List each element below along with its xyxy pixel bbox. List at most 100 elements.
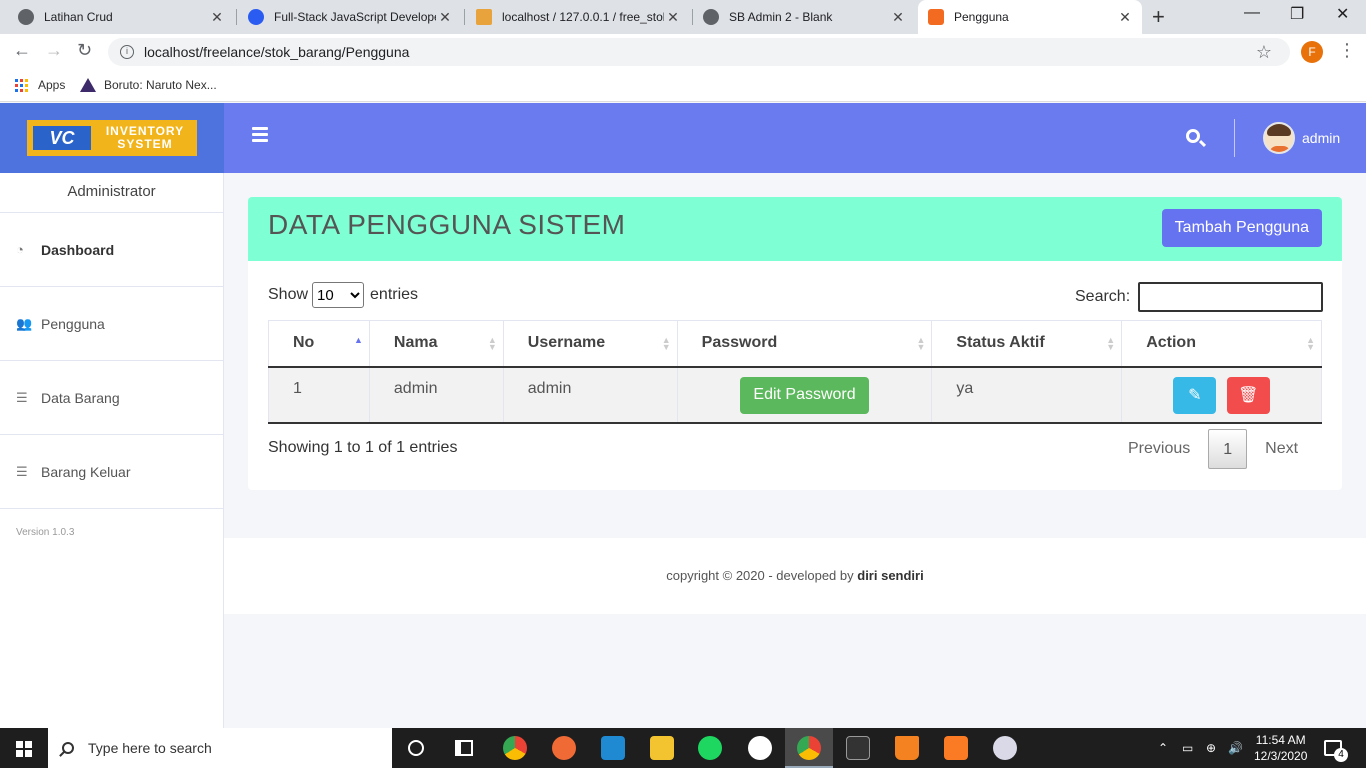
column-header-status[interactable]: Status Aktif ▲ ▼ bbox=[931, 320, 1123, 368]
sort-icon: ▲ ▼ bbox=[1106, 335, 1116, 352]
search-label: Search: bbox=[1075, 288, 1131, 305]
window-close-button[interactable]: ✕ bbox=[1336, 4, 1349, 24]
xampp-icon[interactable] bbox=[944, 736, 968, 760]
tachometer-icon: ◔ bbox=[16, 242, 24, 257]
delete-button[interactable]: 🗑 bbox=[1226, 376, 1270, 414]
menu-icon[interactable]: ⋮ bbox=[1338, 40, 1356, 61]
column-header-no[interactable]: No ▲ bbox=[268, 320, 370, 368]
spotify-icon[interactable] bbox=[698, 736, 722, 760]
sort-icon: ▲ ▼ bbox=[661, 335, 671, 352]
search-input[interactable] bbox=[1138, 282, 1324, 312]
tab-title: Full-Stack JavaScript Developer bbox=[274, 10, 436, 24]
battery-icon[interactable]: ▭ bbox=[1182, 728, 1193, 768]
sidebar-item-dashboard[interactable]: ◔ Dashboard bbox=[0, 213, 223, 287]
network-icon[interactable]: ⊕ bbox=[1206, 728, 1216, 768]
back-icon[interactable]: ← bbox=[13, 40, 31, 61]
file-explorer-icon[interactable] bbox=[650, 736, 674, 760]
edit-button[interactable]: ✎ bbox=[1173, 376, 1217, 414]
start-button[interactable] bbox=[0, 728, 48, 768]
logo-text-line: SYSTEM bbox=[117, 137, 173, 151]
close-icon[interactable]: ✕ bbox=[208, 9, 226, 26]
mongodb-icon[interactable] bbox=[748, 736, 772, 760]
card-header: DATA PENGGUNA SISTEM Tambah Pengguna bbox=[248, 197, 1342, 261]
app-icon[interactable] bbox=[993, 736, 1017, 760]
close-icon[interactable]: ✕ bbox=[1116, 9, 1134, 26]
bookmark-boruto[interactable]: Boruto: Naruto Nex... bbox=[80, 78, 217, 92]
chrome-profile-icon[interactable] bbox=[797, 736, 821, 760]
page-button-current[interactable]: 1 bbox=[1208, 429, 1248, 469]
cortana-icon[interactable] bbox=[408, 740, 424, 756]
column-header-action[interactable]: Action ▲ ▼ bbox=[1121, 320, 1322, 368]
browser-tab[interactable]: Full-Stack JavaScript Developer ✕ bbox=[238, 0, 462, 34]
close-icon[interactable]: ✕ bbox=[664, 9, 682, 26]
sort-icon: ▲ ▼ bbox=[916, 335, 926, 352]
footer: copyright © 2020 - developed by diri sen… bbox=[224, 538, 1366, 614]
volume-icon[interactable]: 🔊 bbox=[1228, 728, 1243, 768]
postman-icon[interactable] bbox=[552, 736, 576, 760]
column-header-nama[interactable]: Nama ▲ ▼ bbox=[368, 320, 504, 368]
browser-tab[interactable]: Latihan Crud ✕ bbox=[8, 0, 234, 34]
avatar[interactable] bbox=[1263, 122, 1295, 154]
sidebar-heading: Administrator bbox=[0, 173, 223, 213]
clock[interactable]: 11:54 AM 12/3/2020 bbox=[1254, 732, 1307, 764]
inventory-logo: VC INVENTORY SYSTEM bbox=[27, 120, 197, 156]
reload-icon[interactable]: ↻ bbox=[77, 40, 92, 61]
taskbar-search[interactable]: Type here to search bbox=[48, 728, 392, 768]
tab-title: localhost / 127.0.0.1 / free_stok bbox=[502, 10, 664, 24]
sidebar-item-data-barang[interactable]: ☰ Data Barang bbox=[0, 361, 223, 435]
edit-password-button[interactable]: Edit Password bbox=[740, 376, 869, 414]
cell-username: admin bbox=[502, 366, 678, 424]
column-label: Status Aktif bbox=[956, 334, 1045, 352]
footer-author: diri sendiri bbox=[857, 568, 924, 583]
forward-icon[interactable]: → bbox=[45, 40, 63, 61]
search-icon[interactable] bbox=[1186, 129, 1200, 143]
edit-icon: ✎ bbox=[1188, 387, 1202, 404]
user-name[interactable]: admin bbox=[1302, 130, 1340, 146]
column-label: Username bbox=[527, 334, 606, 352]
column-label: Action bbox=[1146, 334, 1196, 352]
xampp-icon bbox=[928, 9, 944, 25]
taskbar-search-placeholder: Type here to search bbox=[88, 740, 212, 756]
page-length-control: Show 10 25 50 100 entries bbox=[268, 282, 418, 308]
cell-nama: admin bbox=[368, 366, 504, 424]
profile-avatar[interactable]: F bbox=[1301, 41, 1323, 63]
sidebar-brand[interactable]: VC INVENTORY SYSTEM bbox=[0, 103, 224, 173]
divider bbox=[1234, 119, 1235, 157]
task-view-icon[interactable] bbox=[455, 740, 473, 756]
star-icon[interactable]: ☆ bbox=[1256, 42, 1272, 63]
sidebar-item-label: Pengguna bbox=[41, 315, 105, 332]
url-field[interactable]: i localhost/freelance/stok_barang/Penggu… bbox=[108, 38, 1290, 66]
hamburger-icon[interactable] bbox=[252, 127, 268, 145]
terminal-icon[interactable] bbox=[846, 736, 870, 760]
entries-label: entries bbox=[370, 286, 419, 303]
sidebar-item-barang-keluar[interactable]: ☰ Barang Keluar bbox=[0, 435, 223, 509]
browser-tab-bar: Latihan Crud ✕ Full-Stack JavaScript Dev… bbox=[0, 0, 1366, 34]
column-header-username[interactable]: Username ▲ ▼ bbox=[502, 320, 678, 368]
column-header-password[interactable]: Password ▲ ▼ bbox=[676, 320, 933, 368]
table-info: Showing 1 to 1 of 1 entries bbox=[268, 439, 458, 456]
apps-grid-icon bbox=[15, 78, 28, 92]
chrome-icon[interactable] bbox=[503, 736, 527, 760]
close-icon[interactable]: ✕ bbox=[889, 9, 907, 26]
next-button[interactable]: Next bbox=[1251, 429, 1312, 469]
page-length-select[interactable]: 10 25 50 100 bbox=[312, 282, 365, 308]
browser-tab[interactable]: localhost / 127.0.0.1 / free_stok ✕ bbox=[466, 0, 690, 34]
bookmark-apps[interactable]: Apps bbox=[15, 78, 65, 92]
previous-button[interactable]: Previous bbox=[1114, 429, 1204, 469]
minimize-button[interactable]: — bbox=[1244, 4, 1260, 22]
tab-title: SB Admin 2 - Blank bbox=[729, 10, 833, 24]
show-label: Show bbox=[268, 286, 309, 303]
browser-tab-active[interactable]: Pengguna ✕ bbox=[918, 0, 1142, 34]
list-icon: ☰ bbox=[16, 389, 28, 405]
close-icon[interactable]: ✕ bbox=[436, 9, 454, 26]
info-icon[interactable]: i bbox=[120, 45, 134, 59]
new-tab-button[interactable]: + bbox=[1152, 4, 1165, 30]
vlc-icon[interactable] bbox=[895, 736, 919, 760]
add-user-button[interactable]: Tambah Pengguna bbox=[1161, 209, 1322, 247]
browser-tab[interactable]: SB Admin 2 - Blank ✕ bbox=[693, 0, 915, 34]
restore-button[interactable]: ❐ bbox=[1290, 4, 1304, 24]
search-icon bbox=[62, 742, 74, 754]
sidebar-item-pengguna[interactable]: 👥 Pengguna bbox=[0, 287, 223, 361]
vscode-icon[interactable] bbox=[601, 736, 625, 760]
tray-chevron-icon[interactable]: ⌃ bbox=[1158, 728, 1168, 768]
